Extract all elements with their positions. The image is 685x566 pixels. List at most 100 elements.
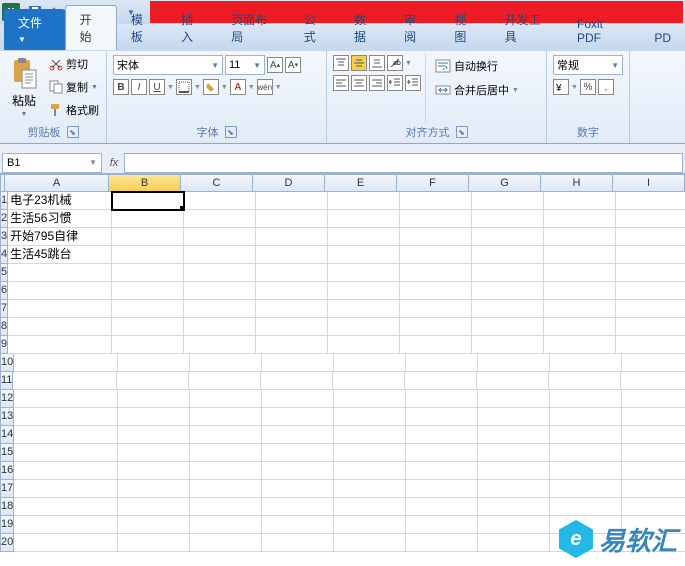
row-header-2[interactable]: 2 [0,210,8,228]
fill-color-button[interactable] [203,79,219,95]
cell-C17[interactable] [190,480,262,498]
decrease-indent-button[interactable] [387,75,403,91]
cell-C14[interactable] [190,426,262,444]
cell-D11[interactable] [261,372,333,390]
cell-B14[interactable] [118,426,190,444]
align-center-button[interactable] [351,75,367,91]
cell-D8[interactable] [256,318,328,336]
cell-H7[interactable] [544,300,616,318]
merge-center-button[interactable]: 合并后居中▼ [432,79,522,101]
row-header-3[interactable]: 3 [0,228,8,246]
col-header-G[interactable]: G [469,174,541,192]
tab-view[interactable]: 视图 [440,6,490,50]
cell-A15[interactable] [14,444,118,462]
cell-D15[interactable] [262,444,334,462]
cell-H1[interactable] [544,192,616,210]
cell-F8[interactable] [400,318,472,336]
font-color-button[interactable]: A [230,79,246,95]
cell-I11[interactable] [621,372,685,390]
row-header-12[interactable]: 12 [0,390,14,408]
align-bottom-button[interactable] [369,55,385,71]
cell-D1[interactable] [256,192,328,210]
cell-G11[interactable] [477,372,549,390]
cell-C8[interactable] [184,318,256,336]
cell-B15[interactable] [118,444,190,462]
cell-A10[interactable] [14,354,118,372]
cell-F3[interactable] [400,228,472,246]
cell-E15[interactable] [334,444,406,462]
cell-A3[interactable]: 开始795自律 [8,228,112,246]
cell-D5[interactable] [256,264,328,282]
cell-B4[interactable] [112,246,184,264]
cell-H9[interactable] [544,336,616,354]
wrap-text-button[interactable]: 自动换行 [432,55,522,77]
cell-B7[interactable] [112,300,184,318]
cell-E3[interactable] [328,228,400,246]
fx-button[interactable]: fx [104,157,124,169]
cell-F5[interactable] [400,264,472,282]
cell-B11[interactable] [117,372,189,390]
cell-G13[interactable] [478,408,550,426]
cell-E2[interactable] [328,210,400,228]
tab-developer[interactable]: 开发工具 [491,6,563,50]
cell-F11[interactable] [405,372,477,390]
cell-D2[interactable] [256,210,328,228]
tab-file[interactable]: 文件 ▼ [4,9,65,50]
cell-G18[interactable] [478,498,550,516]
cell-B19[interactable] [118,516,190,534]
cell-E4[interactable] [328,246,400,264]
cell-F6[interactable] [400,282,472,300]
cell-G17[interactable] [478,480,550,498]
cell-I9[interactable] [616,336,685,354]
cell-D16[interactable] [262,462,334,480]
cell-F1[interactable] [400,192,472,210]
row-header-1[interactable]: 1 [0,192,8,210]
cell-E5[interactable] [328,264,400,282]
tab-review[interactable]: 审阅 [390,6,440,50]
col-header-H[interactable]: H [541,174,613,192]
cell-C18[interactable] [190,498,262,516]
cell-B17[interactable] [118,480,190,498]
tab-pagelayout[interactable]: 页面布局 [217,6,289,50]
cell-C19[interactable] [190,516,262,534]
row-header-5[interactable]: 5 [0,264,8,282]
cell-I1[interactable] [616,192,685,210]
cell-B6[interactable] [112,282,184,300]
row-header-7[interactable]: 7 [0,300,8,318]
row-header-13[interactable]: 13 [0,408,14,426]
cell-B16[interactable] [118,462,190,480]
cell-E17[interactable] [334,480,406,498]
cell-A9[interactable] [8,336,112,354]
cell-E8[interactable] [328,318,400,336]
cell-A18[interactable] [14,498,118,516]
cell-F13[interactable] [406,408,478,426]
cell-F14[interactable] [406,426,478,444]
cell-D19[interactable] [262,516,334,534]
cell-G15[interactable] [478,444,550,462]
cell-G6[interactable] [472,282,544,300]
cell-D6[interactable] [256,282,328,300]
cell-G16[interactable] [478,462,550,480]
cell-F15[interactable] [406,444,478,462]
tab-templates[interactable]: 模板 [117,6,167,50]
row-header-10[interactable]: 10 [0,354,14,372]
cell-E13[interactable] [334,408,406,426]
cell-B9[interactable] [112,336,184,354]
increase-indent-button[interactable] [405,75,421,91]
cell-G2[interactable] [472,210,544,228]
cell-F20[interactable] [406,534,478,552]
cell-D7[interactable] [256,300,328,318]
cell-I6[interactable] [616,282,685,300]
cell-F2[interactable] [400,210,472,228]
cell-I15[interactable] [622,444,685,462]
cell-C16[interactable] [190,462,262,480]
col-header-I[interactable]: I [613,174,685,192]
cell-G8[interactable] [472,318,544,336]
cell-A20[interactable] [14,534,118,552]
row-header-14[interactable]: 14 [0,426,14,444]
col-header-F[interactable]: F [397,174,469,192]
cell-H5[interactable] [544,264,616,282]
row-header-16[interactable]: 16 [0,462,14,480]
percent-button[interactable]: % [580,79,596,95]
row-header-9[interactable]: 9 [0,336,8,354]
